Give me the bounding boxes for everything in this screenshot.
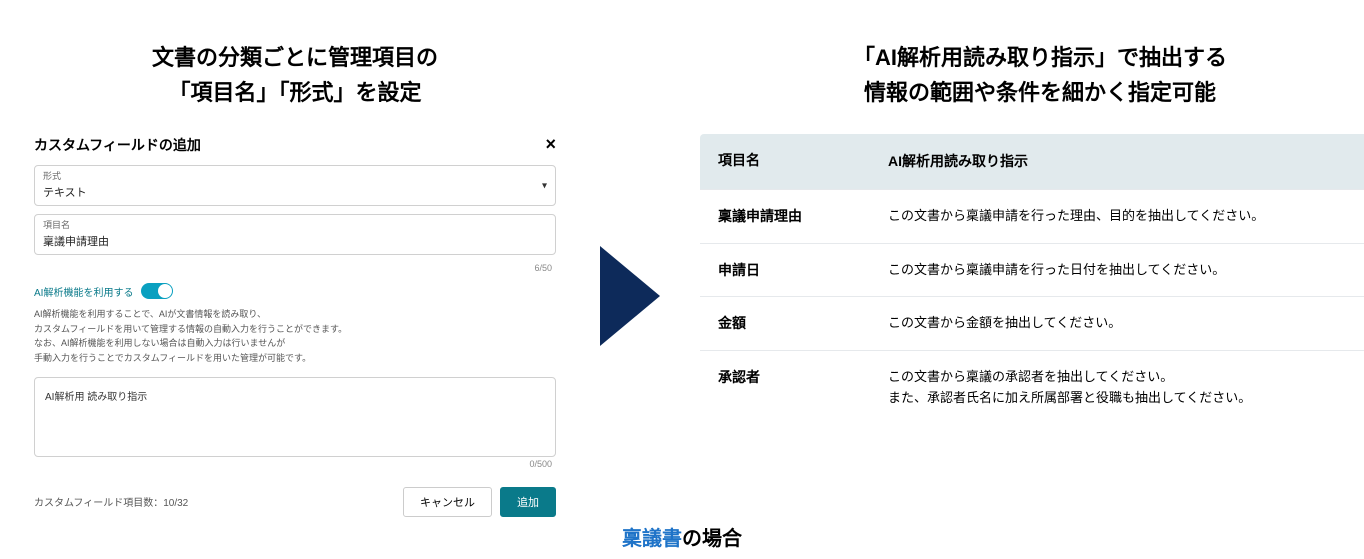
caption-blue: 稟議書	[622, 528, 682, 550]
table-header: 項目名 AI解析用読み取り指示	[700, 134, 1364, 189]
row-desc: この文書から稟議申請を行った日付を抽出してください。	[870, 244, 1364, 297]
field-count-label: カスタムフィールド項目数：10/32	[34, 494, 188, 509]
table-row: 金額 この文書から金額を抽出してください。	[700, 297, 1364, 351]
item-name-input[interactable]: 項目名 稟議申請理由	[34, 214, 556, 255]
add-button[interactable]: 追加	[500, 487, 556, 517]
left-heading: 文書の分類ごとに管理項目の 「項目名」「形式」を設定	[30, 40, 560, 110]
row-name: 稟議申請理由	[700, 190, 870, 243]
textarea-char-count: 0/500	[38, 459, 552, 469]
ai-help-text: AI解析機能を利用することで、AIが文書情報を読み取り、 カスタムフィールドを用…	[34, 307, 556, 365]
right-panel: 「AI解析用読み取り指示」で抽出する 情報の範囲や条件を細かく指定可能 項目名 …	[700, 40, 1364, 425]
ai-instruction-textarea[interactable]: AI解析用 読み取り指示	[34, 377, 556, 457]
textarea-placeholder: AI解析用 読み取り指示	[45, 392, 147, 403]
example-caption: 稟議書の場合	[0, 522, 1364, 551]
chevron-down-icon: ▾	[542, 180, 547, 191]
th-instruction: AI解析用読み取り指示	[870, 134, 1364, 188]
format-select[interactable]: 形式 テキスト ▾	[34, 165, 556, 206]
close-icon[interactable]: ×	[545, 134, 556, 155]
row-name: 金額	[700, 297, 870, 350]
left-panel: 文書の分類ごとに管理項目の 「項目名」「形式」を設定 カスタムフィールドの追加 …	[30, 40, 560, 517]
right-heading: 「AI解析用読み取り指示」で抽出する 情報の範囲や条件を細かく指定可能	[700, 40, 1364, 110]
format-label: 形式	[43, 169, 547, 182]
row-desc: この文書から稟議申請を行った理由、目的を抽出してください。	[870, 190, 1364, 243]
item-name-char-count: 6/50	[38, 263, 552, 273]
item-name-value: 稟議申請理由	[43, 233, 547, 249]
item-name-label: 項目名	[43, 218, 547, 231]
row-name: 申請日	[700, 244, 870, 297]
ai-toggle-label: AI解析機能を利用する	[34, 284, 133, 299]
row-desc: この文書から稟議の承認者を抽出してください。 また、承認者氏名に加え所属部署と役…	[870, 351, 1364, 425]
th-item-name: 項目名	[700, 134, 870, 188]
format-value: テキスト	[43, 184, 547, 200]
dialog-title: カスタムフィールドの追加	[34, 135, 201, 155]
row-name: 承認者	[700, 351, 870, 425]
arrow-icon	[600, 246, 660, 351]
cancel-button[interactable]: キャンセル	[403, 487, 492, 517]
add-custom-field-dialog: カスタムフィールドの追加 × 形式 テキスト ▾ 項目名 稟議申請理由 6/50…	[30, 134, 560, 517]
table-row: 申請日 この文書から稟議申請を行った日付を抽出してください。	[700, 244, 1364, 298]
ai-toggle[interactable]	[141, 283, 173, 299]
table-row: 承認者 この文書から稟議の承認者を抽出してください。 また、承認者氏名に加え所属…	[700, 351, 1364, 425]
instruction-table: 項目名 AI解析用読み取り指示 稟議申請理由 この文書から稟議申請を行った理由、…	[700, 134, 1364, 424]
row-desc: この文書から金額を抽出してください。	[870, 297, 1364, 350]
caption-rest: の場合	[682, 528, 742, 550]
table-row: 稟議申請理由 この文書から稟議申請を行った理由、目的を抽出してください。	[700, 190, 1364, 244]
